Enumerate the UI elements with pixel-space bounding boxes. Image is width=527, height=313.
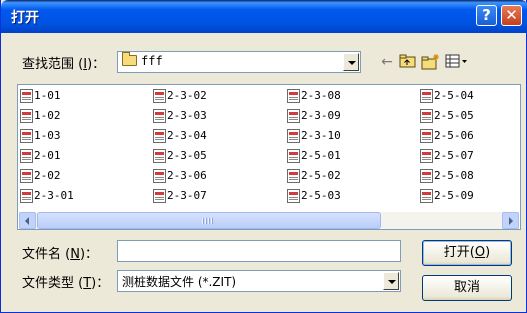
file-name: 2-3-04 <box>167 129 207 142</box>
zit-file-icon <box>287 109 300 123</box>
cancel-button[interactable]: 取消 <box>422 275 512 301</box>
file-name: 2-5-07 <box>434 149 474 162</box>
zit-file-icon <box>20 149 33 163</box>
zit-file-icon <box>420 129 433 143</box>
list-item[interactable]: 2-01 <box>20 148 61 164</box>
zit-file-icon <box>420 169 433 183</box>
file-name: 2-5-08 <box>434 169 474 182</box>
list-item[interactable]: 2-3-03 <box>153 108 207 124</box>
list-item[interactable]: 2-3-06 <box>153 168 207 184</box>
list-item[interactable]: 2-3-01 <box>20 188 74 204</box>
file-name: 2-3-01 <box>34 189 74 202</box>
file-name: 2-3-05 <box>167 149 207 162</box>
file-name: 2-3-02 <box>167 89 207 102</box>
file-name: 2-3-09 <box>301 109 341 122</box>
zit-file-icon <box>153 129 166 143</box>
filename-label: 文件名 (N)： <box>22 247 99 262</box>
open-dialog: 打开 ? ✕ 查找范围 (I)： fff ← 2-5-09 2-5-08 2-5-0… <box>0 0 527 313</box>
file-name: 1-02 <box>34 109 61 122</box>
zit-file-icon <box>287 89 300 103</box>
up-folder-icon[interactable] <box>398 53 418 71</box>
zit-file-icon <box>287 149 300 163</box>
file-name: 2-3-10 <box>301 129 341 142</box>
list-item[interactable]: 2-5-02 <box>287 168 341 184</box>
filetype-value: 测桩数据文件 (*.ZIT) <box>122 275 237 289</box>
zit-file-icon <box>153 169 166 183</box>
list-item[interactable]: 2-5-07 <box>420 148 474 164</box>
list-item[interactable]: 2-3-07 <box>153 188 207 204</box>
horizontal-scrollbar[interactable] <box>19 212 519 229</box>
file-name: 2-02 <box>34 169 61 182</box>
zit-file-icon <box>287 169 300 183</box>
list-item[interactable]: 2-3-10 <box>287 128 341 144</box>
view-menu-icon[interactable] <box>445 53 471 71</box>
new-folder-icon[interactable] <box>421 53 441 71</box>
look-in-label: 查找范围 (I)： <box>22 57 106 72</box>
zit-file-icon <box>420 109 433 123</box>
look-in-combo[interactable]: fff <box>117 51 361 73</box>
scroll-thumb[interactable] <box>37 212 381 229</box>
list-item[interactable]: 2-5-09 <box>420 188 474 204</box>
file-name: 2-5-09 <box>434 189 474 202</box>
open-button[interactable]: 打开(O) <box>422 240 512 266</box>
list-item[interactable]: 2-5-03 <box>287 188 341 204</box>
list-item[interactable]: 2-3-05 <box>153 148 207 164</box>
file-name: 2-5-01 <box>301 149 341 162</box>
file-name: 2-3-06 <box>167 169 207 182</box>
filetype-combo[interactable]: 测桩数据文件 (*.ZIT) <box>117 270 401 292</box>
zit-file-icon <box>420 89 433 103</box>
scroll-left-button[interactable] <box>19 212 36 229</box>
window-title: 打开 <box>11 10 39 26</box>
file-name: 2-5-05 <box>434 109 474 122</box>
file-name: 2-3-07 <box>167 189 207 202</box>
zit-file-icon <box>420 149 433 163</box>
list-item[interactable]: 2-5-08 <box>420 168 474 184</box>
filetype-label: 文件类型 (T)： <box>22 276 110 291</box>
file-name: 1-01 <box>34 89 61 102</box>
scroll-right-button[interactable] <box>502 212 519 229</box>
list-item[interactable]: 2-3-08 <box>287 88 341 104</box>
list-item[interactable]: 1-02 <box>20 108 61 124</box>
file-name: 2-5-04 <box>434 89 474 102</box>
zit-file-icon <box>153 149 166 163</box>
zit-file-icon <box>20 109 33 123</box>
list-item[interactable]: 1-01 <box>20 88 61 104</box>
list-item[interactable]: 2-5-05 <box>420 108 474 124</box>
zit-file-icon <box>20 129 33 143</box>
zit-file-icon <box>287 189 300 203</box>
help-button[interactable]: ? <box>476 5 497 26</box>
back-arrow-icon[interactable]: ← <box>377 53 397 71</box>
zit-file-icon <box>20 189 33 203</box>
list-item[interactable]: 2-3-02 <box>153 88 207 104</box>
zit-file-icon <box>153 189 166 203</box>
file-name: 2-3-08 <box>301 89 341 102</box>
zit-file-icon <box>153 109 166 123</box>
chevron-down-icon[interactable] <box>383 272 399 290</box>
file-name: 2-5-03 <box>301 189 341 202</box>
zit-file-icon <box>420 189 433 203</box>
list-item[interactable]: 2-02 <box>20 168 61 184</box>
list-item[interactable]: 2-3-09 <box>287 108 341 124</box>
file-name: 2-5-06 <box>434 129 474 142</box>
folder-icon <box>122 52 137 66</box>
file-name: 1-03 <box>34 129 61 142</box>
list-item[interactable]: 2-5-01 <box>287 148 341 164</box>
list-item[interactable]: 2-5-06 <box>420 128 474 144</box>
zit-file-icon <box>20 89 33 103</box>
zit-file-icon <box>287 129 300 143</box>
title-bar[interactable]: 打开 ? ✕ <box>1 0 527 33</box>
file-name: 2-3-03 <box>167 109 207 122</box>
chevron-down-icon[interactable] <box>343 53 359 71</box>
list-item[interactable]: 1-03 <box>20 128 61 144</box>
zit-file-icon <box>20 169 33 183</box>
filename-input[interactable] <box>117 240 401 262</box>
zit-file-icon <box>153 89 166 103</box>
list-item[interactable]: 2-5-04 <box>420 88 474 104</box>
look-in-value: fff <box>141 54 163 68</box>
file-list[interactable]: 2-5-09 2-5-08 2-5-07 2-5-06 2-5-05 2-5-04 2-5-… <box>17 84 521 230</box>
list-item[interactable]: 2-3-04 <box>153 128 207 144</box>
file-name: 2-5-02 <box>301 169 341 182</box>
file-name: 2-01 <box>34 149 61 162</box>
close-button[interactable]: ✕ <box>501 5 522 26</box>
